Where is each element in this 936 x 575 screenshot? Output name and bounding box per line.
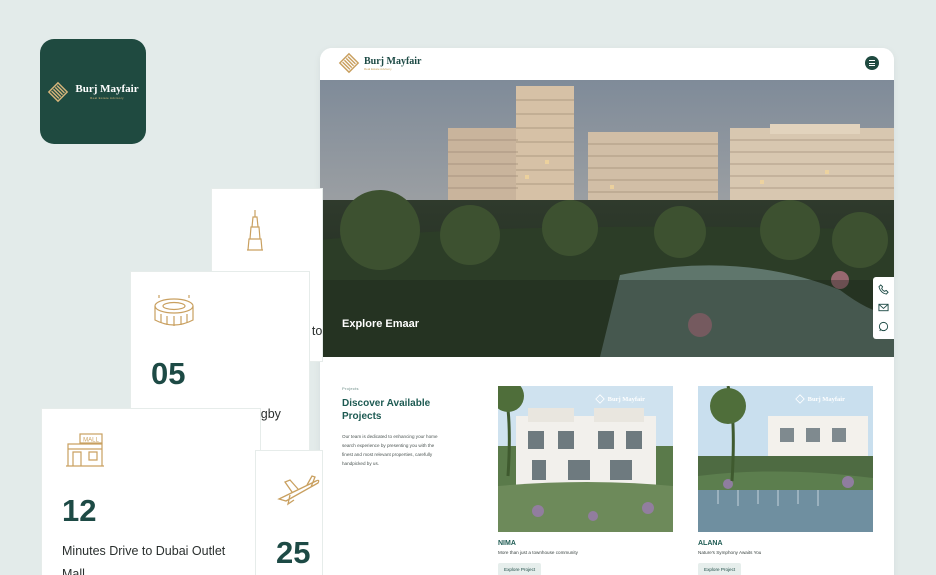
- site-navbar: Burj Mayfair Real Estate Advisory: [320, 48, 894, 80]
- project-description: Nature's Symphony Awaits You: [698, 550, 762, 555]
- burj-tower-icon: [247, 210, 263, 251]
- brand-mark-icon: [338, 52, 360, 74]
- brand-mark-icon: [48, 81, 69, 102]
- site-brand-tagline: Real Estate Advisory: [364, 66, 392, 71]
- site-brand-name: Burj Mayfair: [364, 55, 422, 67]
- airplane-icon: [277, 475, 320, 506]
- project-card-nima[interactable]: Burj Mayfair NIMA More than just a townh…: [498, 386, 673, 575]
- explore-project-button[interactable]: Explore Project: [498, 563, 542, 575]
- image-watermark-logo: Burj Mayfair: [794, 394, 845, 404]
- project-image[interactable]: Burj Mayfair: [498, 386, 673, 532]
- stat-description: Minutes Drive to Dubai Outlet Mall: [62, 544, 226, 575]
- stat-value: 12: [62, 493, 97, 528]
- explore-project-button[interactable]: Explore Project: [698, 563, 742, 575]
- project-description: More than just a townhouse community: [498, 550, 578, 555]
- section-title: Discover Available Projects: [342, 398, 431, 422]
- hamburger-menu-button[interactable]: [865, 56, 879, 70]
- website-preview: Burj Mayfair Real Estate Advisory Explor…: [320, 48, 894, 575]
- project-image[interactable]: Burj Mayfair: [698, 386, 873, 532]
- stadium-icon: [154, 295, 194, 326]
- project-name: ALANA: [698, 540, 723, 547]
- brand-name: Burj Mayfair: [75, 83, 139, 95]
- watermark-brand-name: Burj Mayfair: [607, 395, 645, 403]
- email-icon[interactable]: [878, 302, 889, 313]
- mall-icon: MALL: [66, 433, 104, 467]
- brand-logo-tile: Burj Mayfair Real Estate Advisory: [40, 39, 146, 144]
- stat-card-airport: 25: [255, 450, 323, 575]
- phone-icon[interactable]: [878, 284, 889, 295]
- image-watermark-logo: Burj Mayfair: [594, 394, 645, 404]
- stat-card-mall: MALL 12 Minutes Drive to Dubai Outlet Ma…: [41, 408, 261, 575]
- project-name: NIMA: [498, 540, 516, 547]
- hero-illustration: [320, 80, 894, 357]
- brand-tagline: Real Estate Advisory: [90, 96, 124, 100]
- section-text: Our team is dedicated to enhancing your …: [342, 434, 438, 466]
- whatsapp-icon[interactable]: [878, 321, 889, 332]
- project-card-alana[interactable]: Burj Mayfair ALANA Nature's Symphony Awa…: [698, 386, 873, 575]
- hero-image: Explore Emaar: [320, 80, 894, 357]
- svg-text:MALL: MALL: [83, 438, 99, 444]
- section-label: Projects: [342, 386, 359, 391]
- site-logo[interactable]: Burj Mayfair Real Estate Advisory: [338, 52, 422, 74]
- watermark-brand-name: Burj Mayfair: [807, 395, 845, 403]
- contact-sidebar: [873, 277, 894, 339]
- stat-value: 05: [151, 356, 186, 391]
- hero-caption[interactable]: Explore Emaar: [342, 318, 419, 330]
- stat-value: 25: [276, 535, 311, 570]
